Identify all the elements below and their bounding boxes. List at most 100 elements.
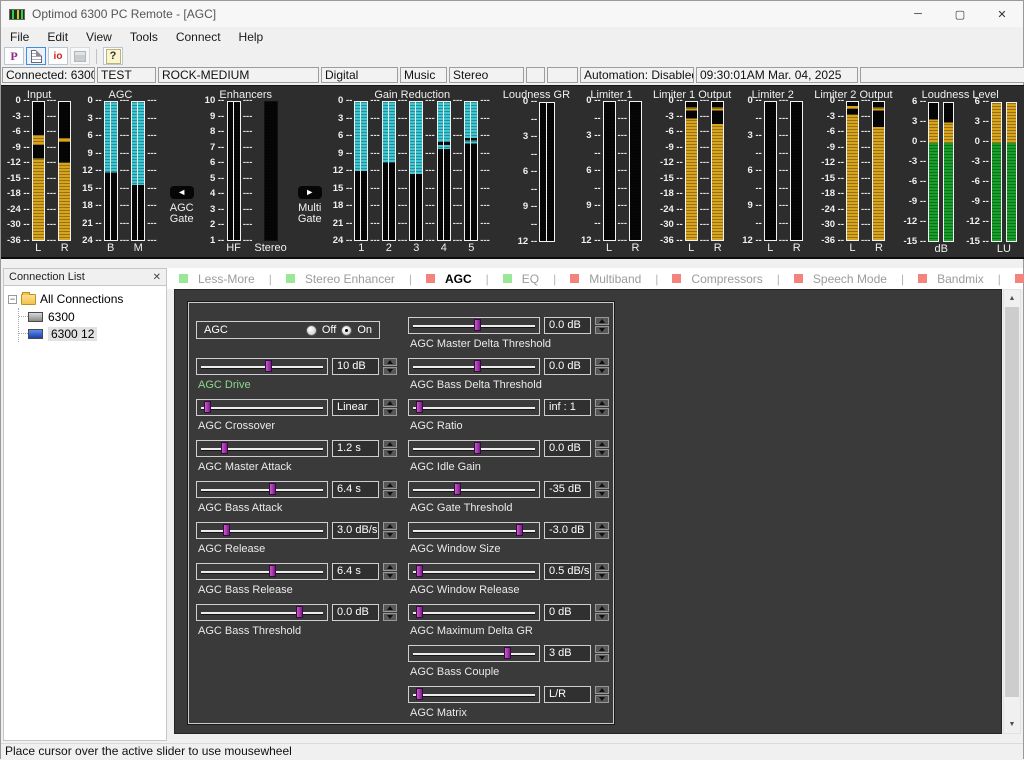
radio-label-on[interactable]: On: [357, 324, 372, 336]
agc-bass-threshold-slider[interactable]: [196, 604, 328, 621]
tree-item-6300-12[interactable]: 6300 12: [19, 325, 164, 342]
spin-down-icon[interactable]: [595, 531, 609, 539]
spin-down-icon[interactable]: [383, 572, 397, 580]
tree-root[interactable]: − All Connections: [8, 290, 164, 308]
menu-file[interactable]: File: [1, 30, 38, 44]
spin-up-icon[interactable]: [595, 481, 609, 489]
tab-speech-mode[interactable]: Speech Mode: [794, 272, 901, 286]
slider-thumb[interactable]: [204, 401, 211, 413]
spin-down-icon[interactable]: [383, 613, 397, 621]
spin-up-icon[interactable]: [383, 522, 397, 530]
close-button[interactable]: ✕: [981, 1, 1023, 27]
slider-thumb[interactable]: [221, 442, 228, 454]
agc-drive-slider[interactable]: [196, 358, 328, 375]
slider-thumb[interactable]: [504, 647, 511, 659]
slider-thumb[interactable]: [265, 360, 272, 372]
slider-thumb[interactable]: [454, 483, 461, 495]
agc-window-size-slider[interactable]: [408, 522, 540, 539]
agc-master-attack-slider[interactable]: [196, 440, 328, 457]
maximize-button[interactable]: ▢: [939, 1, 981, 27]
agc-bass-attack-slider[interactable]: [196, 481, 328, 498]
menu-tools[interactable]: Tools: [121, 30, 167, 44]
tab-bandmix[interactable]: Bandmix: [918, 272, 998, 286]
agc-maximum-delta-gr-slider[interactable]: [408, 604, 540, 621]
slider-thumb[interactable]: [416, 606, 423, 618]
spin-up-icon[interactable]: [383, 481, 397, 489]
agc-bass-release-slider[interactable]: [196, 563, 328, 580]
slider-thumb[interactable]: [296, 606, 303, 618]
spin-up-icon[interactable]: [595, 440, 609, 448]
menu-help[interactable]: Help: [230, 30, 273, 44]
help-button[interactable]: ?: [103, 47, 123, 65]
agc-ratio-slider[interactable]: [408, 399, 540, 416]
spin-up-icon[interactable]: [383, 604, 397, 612]
spin-down-icon[interactable]: [383, 367, 397, 375]
slider-thumb[interactable]: [269, 565, 276, 577]
slider-thumb[interactable]: [416, 401, 423, 413]
slider-thumb[interactable]: [474, 442, 481, 454]
slider-thumb[interactable]: [474, 360, 481, 372]
slider-thumb[interactable]: [223, 524, 230, 536]
tab-multiband[interactable]: Multiband: [570, 272, 655, 286]
spin-down-icon[interactable]: [595, 367, 609, 375]
radio-label-off[interactable]: Off: [322, 324, 336, 336]
spin-up-icon[interactable]: [595, 399, 609, 407]
agc-crossover-slider[interactable]: [196, 399, 328, 416]
spin-up-icon[interactable]: [595, 358, 609, 366]
spin-down-icon[interactable]: [383, 490, 397, 498]
tab-eq[interactable]: EQ: [503, 272, 553, 286]
spin-down-icon[interactable]: [383, 449, 397, 457]
slider-thumb[interactable]: [416, 688, 423, 700]
spin-up-icon[interactable]: [595, 604, 609, 612]
menu-edit[interactable]: Edit: [38, 30, 77, 44]
spin-down-icon[interactable]: [595, 326, 609, 334]
agc-bass-delta-threshold-slider[interactable]: [408, 358, 540, 375]
scroll-up-icon[interactable]: ▲: [1004, 290, 1020, 307]
spin-up-icon[interactable]: [595, 317, 609, 325]
io-button[interactable]: io: [48, 47, 68, 65]
spin-down-icon[interactable]: [595, 695, 609, 703]
agc-release-slider[interactable]: [196, 522, 328, 539]
spin-down-icon[interactable]: [595, 490, 609, 498]
spin-down-icon[interactable]: [383, 408, 397, 416]
spin-up-icon[interactable]: [595, 645, 609, 653]
scrollbar-thumb[interactable]: [1005, 307, 1019, 697]
agc-bass-couple-slider[interactable]: [408, 645, 540, 662]
menu-connect[interactable]: Connect: [167, 30, 230, 44]
close-icon[interactable]: ✕: [153, 272, 161, 283]
save-button[interactable]: [70, 47, 90, 65]
spin-up-icon[interactable]: [383, 440, 397, 448]
spin-down-icon[interactable]: [595, 613, 609, 621]
scroll-down-icon[interactable]: ▼: [1004, 716, 1020, 733]
tab-stereo-enhancer[interactable]: Stereo Enhancer: [286, 272, 409, 286]
spin-down-icon[interactable]: [595, 449, 609, 457]
agc-master-delta-threshold-slider[interactable]: [408, 317, 540, 334]
spin-up-icon[interactable]: [595, 563, 609, 571]
slider-thumb[interactable]: [474, 319, 481, 331]
tab-less-more[interactable]: Less-More: [179, 272, 269, 286]
agc-gate-threshold-slider[interactable]: [408, 481, 540, 498]
menu-view[interactable]: View: [77, 30, 121, 44]
tab-compressors[interactable]: Compressors: [672, 272, 776, 286]
agc-idle-gain-slider[interactable]: [408, 440, 540, 457]
spin-up-icon[interactable]: [595, 522, 609, 530]
spin-down-icon[interactable]: [595, 572, 609, 580]
tab-distortion[interactable]: Distortion: [1015, 272, 1024, 286]
minimize-button[interactable]: ─: [897, 1, 939, 27]
spin-up-icon[interactable]: [383, 358, 397, 366]
spin-down-icon[interactable]: [383, 531, 397, 539]
slider-thumb[interactable]: [269, 483, 276, 495]
tree-item-6300[interactable]: 6300: [19, 308, 164, 325]
vertical-scrollbar[interactable]: ▲ ▼: [1003, 289, 1021, 734]
agc-matrix-slider[interactable]: [408, 686, 540, 703]
radio-off[interactable]: [306, 325, 317, 336]
spin-down-icon[interactable]: [595, 408, 609, 416]
document-button[interactable]: [26, 47, 46, 65]
spin-up-icon[interactable]: [383, 563, 397, 571]
agc-window-release-slider[interactable]: [408, 563, 540, 580]
tree-expander-icon[interactable]: −: [8, 295, 17, 304]
spin-up-icon[interactable]: [595, 686, 609, 694]
spin-down-icon[interactable]: [595, 654, 609, 662]
tab-agc[interactable]: AGC: [426, 272, 486, 286]
radio-on[interactable]: [341, 325, 352, 336]
